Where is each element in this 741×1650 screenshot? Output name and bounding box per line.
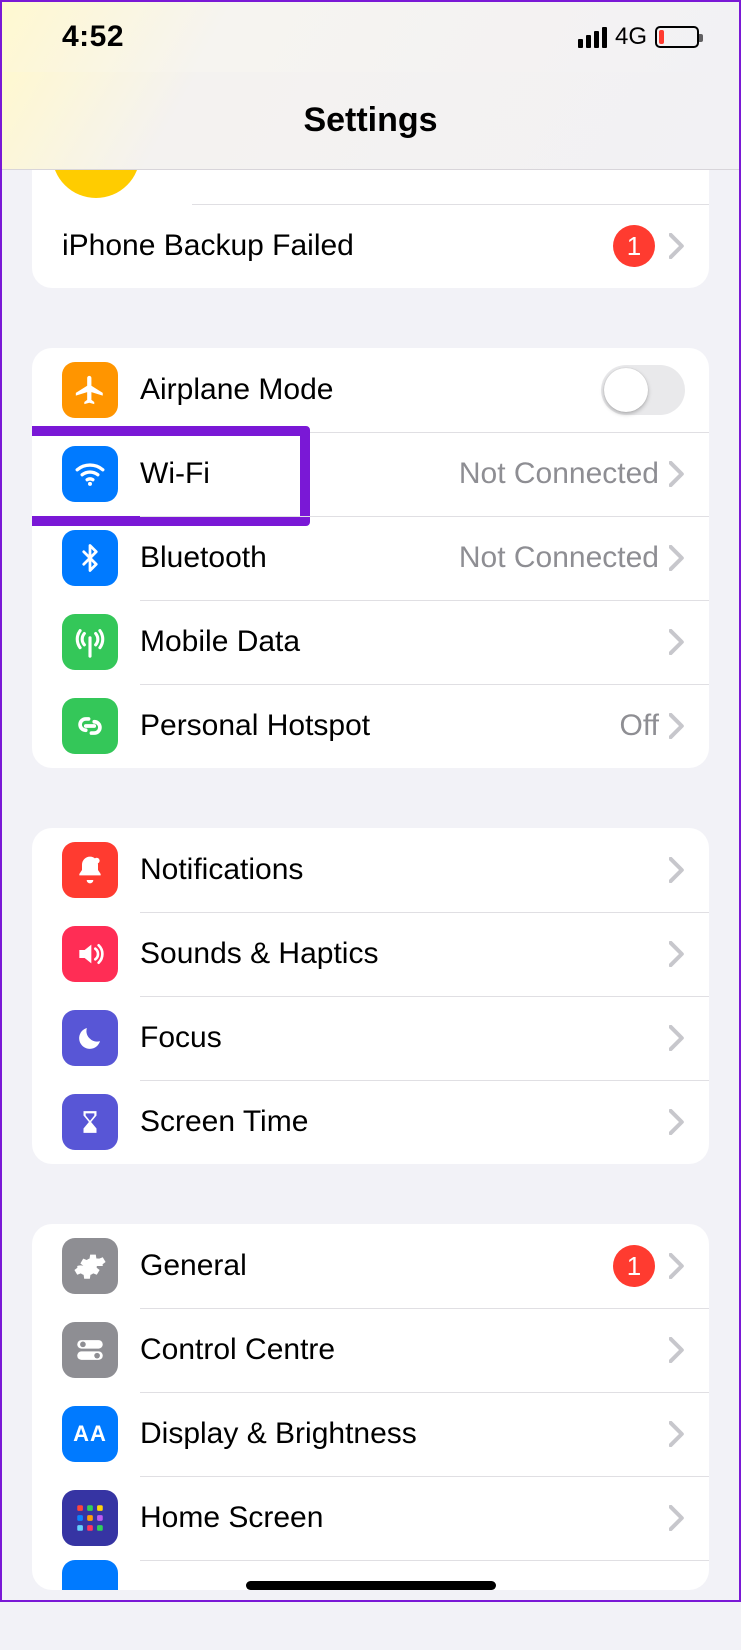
control-centre-row[interactable]: Control Centre (32, 1308, 709, 1392)
chevron-right-icon (669, 1025, 685, 1051)
focus-label: Focus (140, 1021, 669, 1055)
screentime-row[interactable]: Screen Time (32, 1080, 709, 1164)
home-screen-label: Home Screen (140, 1501, 669, 1535)
nav-header: Settings (2, 72, 739, 170)
chevron-right-icon (669, 857, 685, 883)
cellular-signal-icon (578, 27, 607, 48)
airplane-icon (62, 362, 118, 418)
group-attention: Notifications Sounds & Haptics Focus Scr… (32, 828, 709, 1164)
group-account: iPhone Backup Failed 1 (32, 170, 709, 288)
general-row[interactable]: General 1 (32, 1224, 709, 1308)
wifi-label: Wi-Fi (140, 457, 459, 491)
backup-failed-label: iPhone Backup Failed (62, 229, 613, 263)
chevron-right-icon (669, 713, 685, 739)
bluetooth-label: Bluetooth (140, 541, 459, 575)
group-system: General 1 Control Centre AA Display & Br… (32, 1224, 709, 1590)
apple-id-row-truncated[interactable] (32, 170, 709, 204)
moon-icon (62, 1010, 118, 1066)
status-bar: 4:52 4G (2, 2, 739, 72)
hotspot-icon (62, 698, 118, 754)
screentime-label: Screen Time (140, 1105, 669, 1139)
bluetooth-row[interactable]: Bluetooth Not Connected (32, 516, 709, 600)
home-screen-row[interactable]: Home Screen (32, 1476, 709, 1560)
status-indicators: 4G (578, 23, 699, 51)
wifi-icon (62, 446, 118, 502)
speaker-icon (62, 926, 118, 982)
notifications-row[interactable]: Notifications (32, 828, 709, 912)
general-label: General (140, 1249, 613, 1283)
accessibility-icon (62, 1560, 118, 1590)
chevron-right-icon (669, 1253, 685, 1279)
mobile-data-label: Mobile Data (140, 625, 669, 659)
chevron-right-icon (669, 629, 685, 655)
personal-hotspot-row[interactable]: Personal Hotspot Off (32, 684, 709, 768)
wifi-value: Not Connected (459, 457, 659, 491)
battery-icon (655, 26, 699, 48)
app-grid-icon (62, 1490, 118, 1546)
chevron-right-icon (669, 1109, 685, 1135)
chevron-right-icon (669, 1421, 685, 1447)
avatar (52, 170, 162, 204)
personal-hotspot-value: Off (620, 709, 659, 743)
toggles-icon (62, 1322, 118, 1378)
wifi-row[interactable]: Wi-Fi Not Connected (32, 432, 709, 516)
display-label: Display & Brightness (140, 1417, 669, 1451)
home-indicator[interactable] (246, 1581, 496, 1590)
antenna-icon (62, 614, 118, 670)
group-connectivity: Airplane Mode Wi-Fi Not Connected Blueto… (32, 348, 709, 768)
gear-icon (62, 1238, 118, 1294)
network-type: 4G (615, 23, 647, 51)
bluetooth-value: Not Connected (459, 541, 659, 575)
sounds-row[interactable]: Sounds & Haptics (32, 912, 709, 996)
badge: 1 (613, 1245, 655, 1287)
focus-row[interactable]: Focus (32, 996, 709, 1080)
chevron-right-icon (669, 1505, 685, 1531)
bell-icon (62, 842, 118, 898)
text-size-icon: AA (62, 1406, 118, 1462)
display-row[interactable]: AA Display & Brightness (32, 1392, 709, 1476)
chevron-right-icon (669, 233, 685, 259)
notifications-label: Notifications (140, 853, 669, 887)
chevron-right-icon (669, 1337, 685, 1363)
chevron-right-icon (669, 941, 685, 967)
page-title: Settings (303, 101, 437, 140)
airplane-mode-toggle[interactable] (601, 365, 685, 415)
hourglass-icon (62, 1094, 118, 1150)
personal-hotspot-label: Personal Hotspot (140, 709, 620, 743)
sounds-label: Sounds & Haptics (140, 937, 669, 971)
status-time: 4:52 (62, 20, 124, 54)
chevron-right-icon (669, 461, 685, 487)
bluetooth-icon (62, 530, 118, 586)
chevron-right-icon (669, 545, 685, 571)
backup-failed-row[interactable]: iPhone Backup Failed 1 (32, 204, 709, 288)
mobile-data-row[interactable]: Mobile Data (32, 600, 709, 684)
control-centre-label: Control Centre (140, 1333, 669, 1367)
airplane-mode-row[interactable]: Airplane Mode (32, 348, 709, 432)
airplane-mode-label: Airplane Mode (140, 373, 601, 407)
badge: 1 (613, 225, 655, 267)
